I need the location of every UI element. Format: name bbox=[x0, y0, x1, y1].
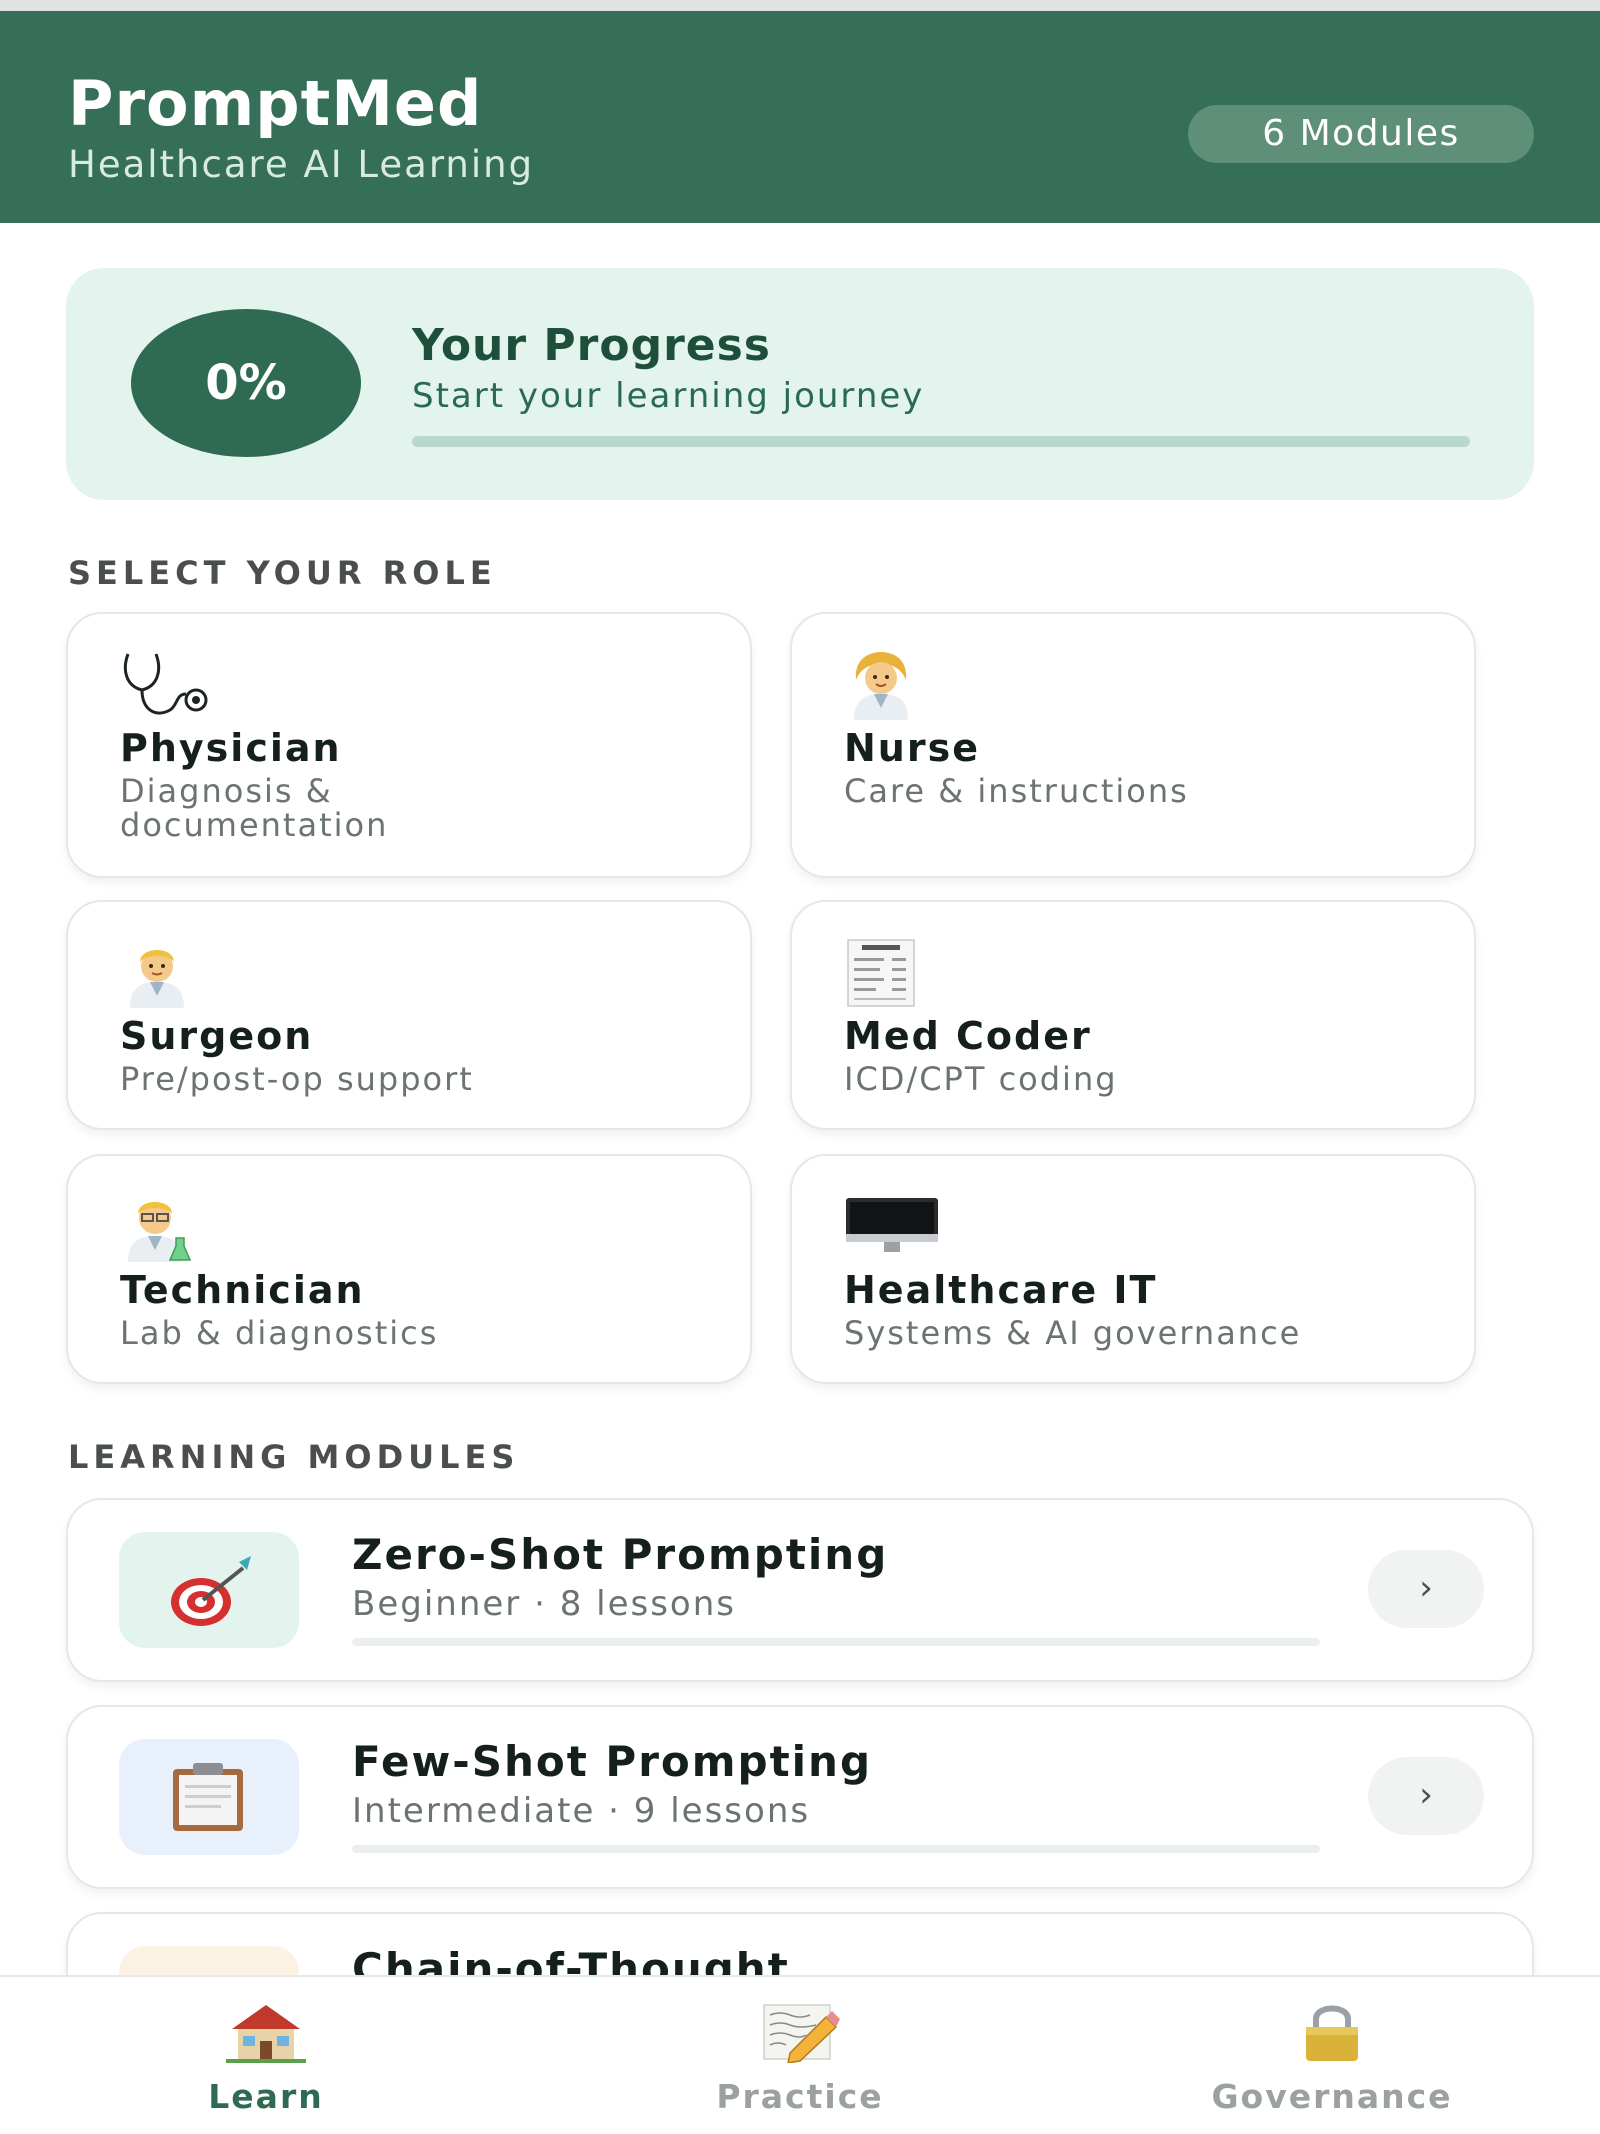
tab-governance[interactable]: Governance bbox=[1152, 1977, 1512, 2134]
tab-learn[interactable]: Learn bbox=[86, 1977, 446, 2134]
role-name: Physician bbox=[120, 726, 342, 770]
scientist-icon bbox=[120, 1192, 194, 1262]
module-title: Few-Shot Prompting bbox=[352, 1737, 873, 1786]
modules-count-badge: 6 Modules bbox=[1188, 105, 1534, 163]
role-description: Lab & diagnostics bbox=[120, 1314, 439, 1352]
tab-label: Governance bbox=[1211, 2077, 1453, 2116]
progress-subtitle: Start your learning journey bbox=[412, 376, 925, 416]
role-card-surgeon[interactable]: Surgeon Pre/post-op support bbox=[66, 900, 752, 1130]
role-name: Nurse bbox=[844, 726, 980, 770]
select-role-heading: SELECT YOUR ROLE bbox=[68, 554, 497, 592]
progress-percent-circle: 0% bbox=[131, 309, 361, 457]
role-name: Med Coder bbox=[844, 1014, 1092, 1058]
role-card-technician[interactable]: Technician Lab & diagnostics bbox=[66, 1154, 752, 1384]
role-card-physician[interactable]: Physician Diagnosis & documentation bbox=[66, 612, 752, 878]
role-description: Care & instructions bbox=[844, 772, 1189, 810]
role-description: Diagnosis & documentation bbox=[120, 772, 389, 844]
module-title: Zero-Shot Prompting bbox=[352, 1530, 889, 1579]
module-thumbnail bbox=[119, 1532, 299, 1648]
progress-title: Your Progress bbox=[412, 320, 771, 371]
receipt-icon bbox=[844, 938, 918, 1008]
app-header: PromptMed Healthcare AI Learning 6 Modul… bbox=[0, 11, 1600, 223]
module-card-few-shot[interactable]: Few-Shot Prompting Intermediate · 9 less… bbox=[66, 1705, 1534, 1889]
tab-label: Practice bbox=[716, 2077, 884, 2116]
learning-modules-heading: LEARNING MODULES bbox=[68, 1438, 520, 1476]
role-name: Healthcare IT bbox=[844, 1268, 1158, 1312]
house-icon bbox=[226, 2005, 306, 2063]
tab-practice[interactable]: Practice bbox=[620, 1977, 980, 2134]
module-progress-bar bbox=[352, 1638, 1320, 1646]
app-subtitle: Healthcare AI Learning bbox=[68, 143, 535, 186]
module-progress-bar bbox=[352, 1845, 1320, 1853]
app-title: PromptMed bbox=[68, 67, 483, 140]
progress-card: 0% Your Progress Start your learning jou… bbox=[66, 268, 1534, 500]
role-description: ICD/CPT coding bbox=[844, 1060, 1118, 1098]
role-card-nurse[interactable]: Nurse Care & instructions bbox=[790, 612, 1476, 878]
role-name: Technician bbox=[120, 1268, 365, 1312]
lock-icon bbox=[1306, 2005, 1358, 2061]
role-card-med-coder[interactable]: Med Coder ICD/CPT coding bbox=[790, 900, 1476, 1130]
role-description: Pre/post-op support bbox=[120, 1060, 474, 1098]
status-strip bbox=[0, 0, 1600, 11]
target-icon bbox=[171, 1556, 251, 1626]
module-meta: Beginner · 8 lessons bbox=[352, 1584, 736, 1624]
chevron-right-icon[interactable]: › bbox=[1368, 1757, 1484, 1835]
computer-monitor-icon bbox=[844, 1196, 940, 1266]
role-name: Surgeon bbox=[120, 1014, 314, 1058]
module-thumbnail bbox=[119, 1739, 299, 1855]
module-meta: Intermediate · 9 lessons bbox=[352, 1791, 811, 1831]
bottom-tab-bar: Learn Practice Governance bbox=[0, 1975, 1600, 2134]
tab-label: Learn bbox=[208, 2077, 324, 2116]
surgeon-icon bbox=[120, 938, 194, 1008]
stethoscope-icon bbox=[120, 650, 208, 720]
chevron-right-icon[interactable]: › bbox=[1368, 1550, 1484, 1628]
memo-icon bbox=[763, 2004, 840, 2063]
clipboard-icon bbox=[173, 1763, 243, 1831]
role-card-healthcare-it[interactable]: Healthcare IT Systems & AI governance bbox=[790, 1154, 1476, 1384]
module-card-zero-shot[interactable]: Zero-Shot Prompting Beginner · 8 lessons… bbox=[66, 1498, 1534, 1682]
role-description: Systems & AI governance bbox=[844, 1314, 1302, 1352]
progress-bar bbox=[412, 436, 1470, 447]
nurse-icon bbox=[844, 650, 918, 720]
